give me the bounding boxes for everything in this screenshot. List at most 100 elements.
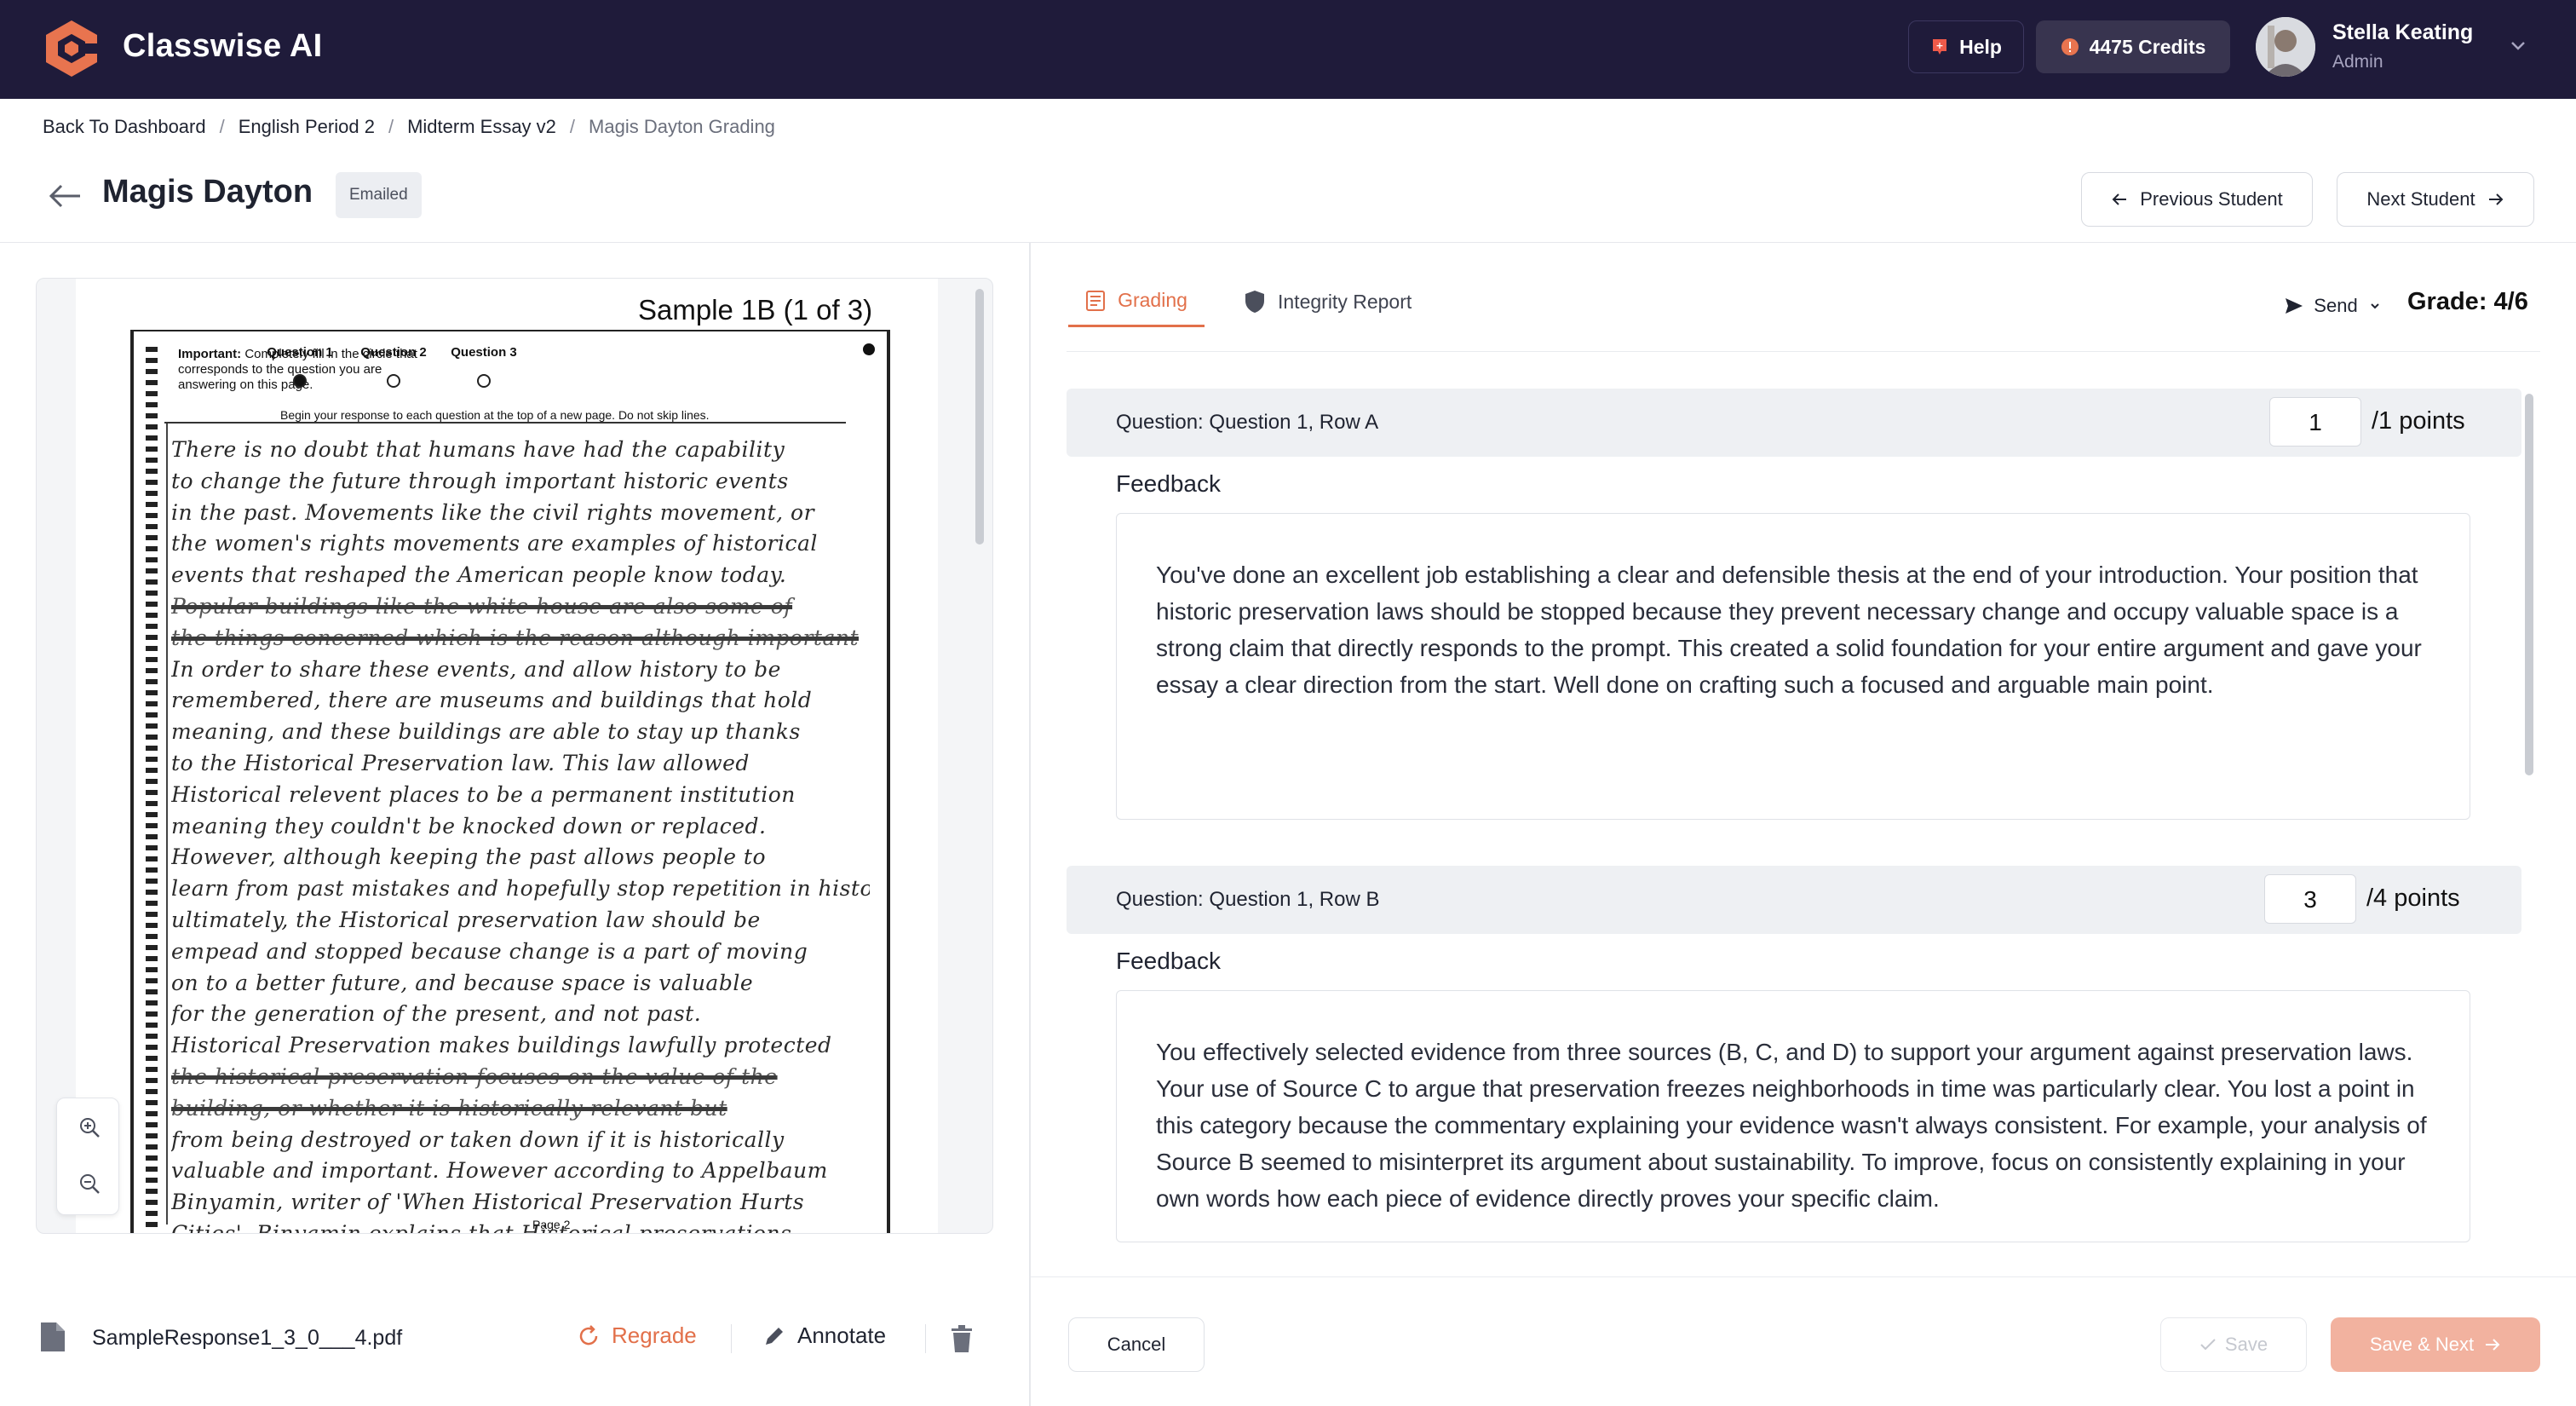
save-next-label: Save & Next — [2369, 1334, 2475, 1355]
handwritten-line: ultimately, the Historical preservation … — [171, 908, 761, 932]
handwritten-line: events that reshaped the American people… — [171, 562, 787, 588]
points-max: /1 points — [2372, 407, 2465, 435]
handwritten-line: Historical relevent places to be a perma… — [171, 781, 796, 807]
breadcrumb-current: Magis Dayton Grading — [589, 116, 775, 137]
file-name: SampleResponse1_3_0___4.pdf — [92, 1326, 403, 1350]
handwritten-line: meaning they couldn't be knocked down or… — [171, 813, 767, 838]
feedback-textarea[interactable]: You effectively selected evidence from t… — [1116, 990, 2470, 1242]
breadcrumb-back-to-dashboard[interactable]: Back To Dashboard — [43, 116, 206, 138]
arrow-left-icon — [2112, 193, 2127, 205]
help-icon: + — [1933, 39, 1947, 55]
document-viewer[interactable]: Sample 1B (1 of 3) Important: Completely… — [36, 278, 993, 1234]
handwritten-line: Cities', Binyamin explains that Historic… — [171, 1221, 792, 1234]
question-title: Question: Question 1, Row A — [1116, 411, 1379, 434]
handwritten-line: from being destroyed or taken down if it… — [171, 1127, 785, 1152]
document-instruction: Begin your response to each question at … — [280, 408, 710, 422]
breadcrumb-class[interactable]: English Period 2 — [239, 116, 375, 138]
user-role: Admin — [2332, 52, 2383, 72]
document-page: Sample 1B (1 of 3) Important: Completely… — [76, 279, 938, 1234]
handwritten-line: on to a better future, and because space… — [171, 970, 754, 995]
arrow-right-icon — [2486, 1339, 2500, 1351]
footer-divider — [1031, 1276, 2576, 1277]
question-2-label: Question 2 — [360, 345, 427, 360]
tab-integrity-report[interactable]: Integrity Report — [1244, 276, 1412, 327]
next-student-label: Next Student — [2366, 188, 2475, 210]
handwritten-line: learn from past mistakes and hopefully s… — [171, 876, 870, 902]
classwise-logo-icon[interactable] — [44, 19, 99, 78]
regrade-label: Regrade — [612, 1322, 697, 1348]
top-navigation-bar: Classwise AI + Help 4475 Credits Stella … — [0, 0, 2576, 99]
handwritten-line: valuable and important. However accordin… — [171, 1158, 828, 1184]
document-page-number: Page 2 — [532, 1218, 571, 1231]
document-corner-mark — [863, 343, 875, 355]
help-label: Help — [1959, 35, 2002, 58]
breadcrumb-separator: / — [219, 116, 225, 137]
trash-icon[interactable] — [949, 1324, 975, 1353]
send-label: Send — [2314, 295, 2358, 316]
previous-student-button[interactable]: Previous Student — [2081, 172, 2313, 227]
back-arrow-icon[interactable] — [46, 181, 83, 211]
file-icon — [41, 1322, 65, 1351]
arrow-right-icon — [2488, 193, 2504, 205]
chevron-down-icon[interactable] — [2506, 34, 2530, 58]
breadcrumb-separator: / — [569, 116, 576, 137]
header-divider — [0, 242, 2576, 243]
student-name-title: Magis Dayton — [102, 174, 313, 210]
handwritten-line: the women's rights movements are example… — [171, 531, 818, 556]
handwritten-line: Binyamin, writer of 'When Historical Pre… — [171, 1190, 805, 1215]
tab-integrity-label: Integrity Report — [1278, 290, 1412, 313]
save-and-next-button[interactable]: Save & Next — [2331, 1317, 2540, 1372]
next-student-button[interactable]: Next Student — [2337, 172, 2534, 227]
grading-list-icon — [1086, 290, 1106, 311]
handwritten-line: Popular buildings like the white house a… — [171, 594, 793, 619]
save-button[interactable]: Save — [2160, 1317, 2307, 1372]
credits-label: 4475 Credits — [2089, 35, 2206, 58]
cancel-button[interactable]: Cancel — [1068, 1317, 1205, 1372]
handwritten-line: remembered, there are museums and buildi… — [171, 688, 813, 713]
points-input[interactable]: 1 — [2269, 397, 2361, 447]
tab-grading-label: Grading — [1118, 289, 1187, 311]
feedback-label: Feedback — [1116, 470, 1221, 497]
question-title: Question: Question 1, Row B — [1116, 888, 1380, 911]
avatar[interactable] — [2256, 17, 2315, 77]
grading-scrollbar[interactable] — [2525, 394, 2533, 775]
panel-divider — [1029, 242, 1031, 1406]
send-icon — [2286, 298, 2303, 314]
coin-icon — [2061, 38, 2079, 55]
credits-button[interactable]: 4475 Credits — [2036, 20, 2230, 73]
question-3-bubble — [477, 374, 491, 388]
document-rule — [164, 422, 846, 424]
question-header: Question: Question 1, Row B 3 /4 points — [1067, 866, 2521, 934]
file-bar-separator — [925, 1324, 926, 1353]
zoom-out-icon[interactable] — [78, 1172, 101, 1196]
important-label: Important: — [178, 347, 242, 361]
tab-grading[interactable]: Grading — [1068, 276, 1205, 327]
handwritten-line: building, or whether it is historically … — [171, 1095, 727, 1121]
status-badge: Emailed — [336, 172, 422, 218]
zoom-in-icon[interactable] — [78, 1115, 101, 1139]
pencil-icon — [766, 1327, 783, 1345]
document-margin-line — [166, 424, 168, 1224]
brand-name: Classwise AI — [123, 28, 323, 64]
user-photo-icon — [2256, 17, 2315, 77]
check-icon — [2200, 1339, 2216, 1351]
file-bar-separator — [731, 1324, 732, 1353]
send-dropdown[interactable]: Send — [2273, 288, 2394, 324]
breadcrumb-assignment[interactable]: Midterm Essay v2 — [407, 116, 556, 138]
help-button[interactable]: + Help — [1908, 20, 2024, 73]
handwritten-line: the things concerned which is the reason… — [171, 625, 860, 650]
points-input[interactable]: 3 — [2264, 874, 2356, 924]
annotate-button[interactable]: Annotate — [762, 1322, 886, 1349]
handwritten-line: in the past. Movements like the civil ri… — [171, 499, 815, 525]
handwritten-line: However, although keeping the past allow… — [171, 844, 767, 870]
refresh-icon — [579, 1324, 598, 1345]
save-label: Save — [2224, 1334, 2268, 1355]
handwritten-line: There is no doubt that humans have had t… — [171, 437, 785, 462]
regrade-button[interactable]: Regrade — [576, 1322, 697, 1349]
tabs-divider — [1067, 351, 2540, 352]
zoom-controls — [56, 1098, 119, 1215]
document-scrollbar[interactable] — [975, 289, 984, 545]
question-1-label: Question 1 — [267, 345, 333, 360]
handwritten-line: In order to share these events, and allo… — [171, 656, 781, 682]
feedback-textarea[interactable]: You've done an excellent job establishin… — [1116, 513, 2470, 820]
